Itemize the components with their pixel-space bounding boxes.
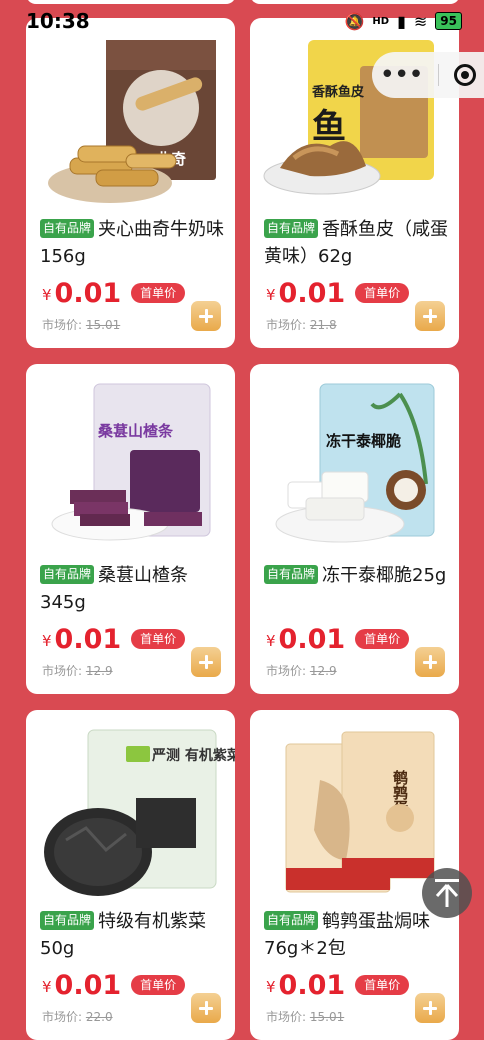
market-price-label: 市场价: xyxy=(42,318,83,332)
market-price-label: 市场价: xyxy=(42,664,83,678)
price-row: ¥ 0.01 首单价 xyxy=(266,278,410,309)
first-order-badge: 首单价 xyxy=(131,629,186,649)
first-order-badge: 首单价 xyxy=(355,975,410,995)
market-price: 市场价: 12.9 xyxy=(266,662,337,679)
market-price: 市场价: 15.01 xyxy=(42,316,120,333)
currency-symbol: ¥ xyxy=(42,632,52,650)
pack-label: 冻干泰椰脆 xyxy=(326,432,401,450)
add-to-cart-button[interactable] xyxy=(415,301,445,331)
mute-icon: 🔕 xyxy=(344,11,365,31)
product-title: 自有品牌 夹心曲奇牛奶味156g xyxy=(40,216,225,270)
market-price-label: 市场价: xyxy=(266,318,307,332)
market-price-value: 12.9 xyxy=(85,664,113,678)
add-to-cart-button[interactable] xyxy=(415,647,445,677)
product-card[interactable]: 鹌鹑蛋 自有品牌 鹌鹑蛋盐焗味76g＊2包 ¥ 0.01 首单价 市场价: 15.… xyxy=(250,710,459,1040)
own-brand-badge: 自有品牌 xyxy=(40,219,95,238)
first-order-badge: 首单价 xyxy=(355,629,410,649)
own-brand-badge: 自有品牌 xyxy=(264,911,319,930)
more-dots-icon[interactable]: ••• xyxy=(380,60,424,90)
price: 0.01 xyxy=(54,278,122,309)
price-row: ¥ 0.01 首单价 xyxy=(42,278,186,309)
own-brand-badge: 自有品牌 xyxy=(40,565,95,584)
product-title: 自有品牌 桑葚山楂条345g xyxy=(40,562,225,616)
market-price: 市场价: 15.01 xyxy=(266,1008,344,1025)
status-time: 10:38 xyxy=(26,9,90,33)
product-title: 自有品牌 鹌鹑蛋盐焗味76g＊2包 xyxy=(264,908,449,962)
price-row: ¥ 0.01 首单价 xyxy=(42,624,186,655)
network-label: HD xyxy=(372,15,390,27)
product-image: 鹌鹑蛋 xyxy=(250,710,459,900)
product-image: 桑葚山楂条 xyxy=(26,364,235,554)
product-image: 严测 有机紫菜 xyxy=(26,710,235,900)
add-to-cart-button[interactable] xyxy=(415,993,445,1023)
target-close-icon[interactable] xyxy=(454,64,477,86)
own-brand-badge: 自有品牌 xyxy=(40,911,95,930)
product-name: 冻干泰椰脆25g xyxy=(322,565,447,586)
product-image: 冻干泰椰脆 xyxy=(250,364,459,554)
back-to-top-icon[interactable] xyxy=(422,868,472,918)
status-icons: 🔕 HD ▮ ≋ 95 xyxy=(344,12,462,31)
product-card[interactable]: 严测 有机紫菜 自有品牌 特级有机紫菜50g ¥ 0.01 首单价 市场价: 22… xyxy=(26,710,235,1040)
product-card[interactable]: 冻干泰椰脆 自有品牌 冻干泰椰脆25g ¥ 0.01 首单价 市场价: 12.9 xyxy=(250,364,459,694)
add-to-cart-button[interactable] xyxy=(191,993,221,1023)
currency-symbol: ¥ xyxy=(42,978,52,996)
currency-symbol: ¥ xyxy=(266,286,276,304)
battery-indicator: 95 xyxy=(435,12,462,30)
signal-icon: ▮ xyxy=(397,11,406,31)
market-price: 市场价: 22.0 xyxy=(42,1008,113,1025)
capsule-divider xyxy=(438,64,439,86)
currency-symbol: ¥ xyxy=(266,632,276,650)
price: 0.01 xyxy=(278,624,346,655)
market-price-label: 市场价: xyxy=(266,1010,307,1024)
market-price: 市场价: 21.8 xyxy=(266,316,337,333)
product-title: 自有品牌 香酥鱼皮（咸蛋黄味）62g xyxy=(264,216,449,270)
price: 0.01 xyxy=(278,278,346,309)
miniprogram-capsule: ••• xyxy=(372,52,484,98)
pack-big-char: 鱼 xyxy=(312,107,346,147)
pack-label: 桑葚山楂条 xyxy=(98,422,174,440)
price: 0.01 xyxy=(54,624,122,655)
currency-symbol: ¥ xyxy=(266,978,276,996)
first-order-badge: 首单价 xyxy=(131,283,186,303)
price-row: ¥ 0.01 首单价 xyxy=(42,970,186,1001)
market-price-value: 21.8 xyxy=(309,318,337,332)
currency-symbol: ¥ xyxy=(42,286,52,304)
pack-label: 严测 有机紫菜 xyxy=(151,747,235,764)
product-card[interactable]: 桑葚山楂条 自有品牌 桑葚山楂条345g ¥ 0.01 首单价 市场价: 12.9 xyxy=(26,364,235,694)
product-title: 自有品牌 冻干泰椰脆25g xyxy=(264,562,449,589)
status-bar: 10:38 🔕 HD ▮ ≋ 95 xyxy=(0,0,484,52)
own-brand-badge: 自有品牌 xyxy=(264,219,319,238)
own-brand-badge: 自有品牌 xyxy=(264,565,319,584)
market-price-value: 15.01 xyxy=(85,318,121,332)
price: 0.01 xyxy=(278,970,346,1001)
market-price-value: 22.0 xyxy=(85,1010,113,1024)
price: 0.01 xyxy=(54,970,122,1001)
market-price-label: 市场价: xyxy=(42,1010,83,1024)
product-grid: 曲奇 自有品牌夹心曲奇牛奶味156g ¥ 0.01 首单价 市场价: 15.01 xyxy=(0,18,484,1040)
product-card[interactable]: 曲奇 自有品牌夹心曲奇牛奶味156g ¥ 0.01 首单价 市场价: 15.01 xyxy=(26,18,235,348)
add-to-cart-button[interactable] xyxy=(191,647,221,677)
market-price-value: 15.01 xyxy=(309,1010,345,1024)
product-title: 自有品牌 特级有机紫菜50g xyxy=(40,908,225,962)
price-row: ¥ 0.01 首单价 xyxy=(266,624,410,655)
pack-label: 香酥鱼皮 xyxy=(311,84,364,100)
first-order-badge: 首单价 xyxy=(355,283,410,303)
market-price-value: 12.9 xyxy=(309,664,337,678)
wifi-icon: ≋ xyxy=(413,11,428,31)
market-price: 市场价: 12.9 xyxy=(42,662,113,679)
first-order-badge: 首单价 xyxy=(131,975,186,995)
add-to-cart-button[interactable] xyxy=(191,301,221,331)
market-price-label: 市场价: xyxy=(266,664,307,678)
price-row: ¥ 0.01 首单价 xyxy=(266,970,410,1001)
